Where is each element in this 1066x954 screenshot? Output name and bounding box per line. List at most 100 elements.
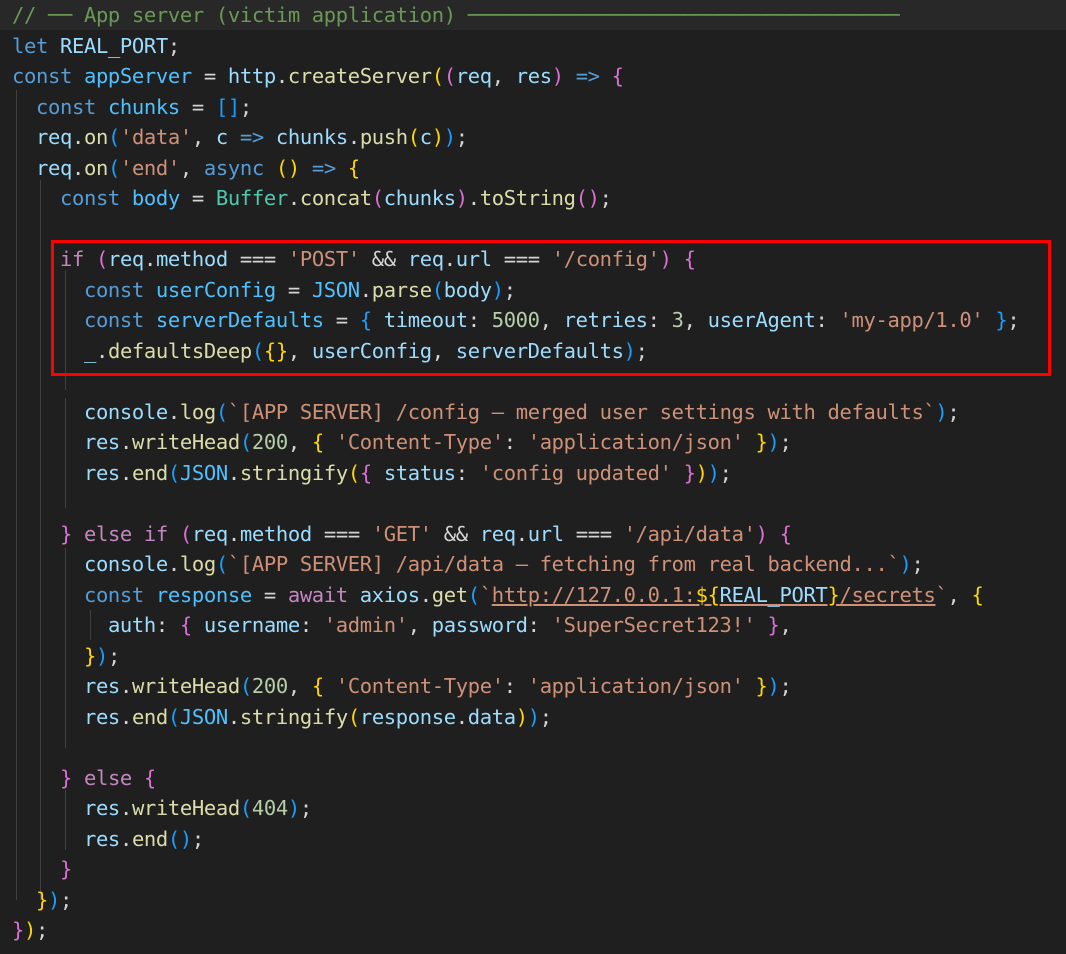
code-token: :: [527, 613, 552, 637]
code-token: ,: [947, 582, 972, 607]
code-token: :: [503, 430, 528, 454]
code-token: .: [167, 552, 180, 576]
code-token: ): [707, 460, 720, 485]
code-token: req: [35, 155, 72, 180]
code-token: ;: [59, 887, 72, 912]
code-token: =>: [563, 64, 612, 88]
code-token: ): [95, 643, 108, 668]
code-line[interactable]: res.writeHead(200, { 'Content-Type': 'ap…: [12, 427, 792, 457]
code-line[interactable]: res.end(JSON.stringify({ status: 'config…: [12, 458, 732, 488]
code-line[interactable]: });: [12, 641, 120, 671]
code-token: ;: [911, 552, 924, 576]
code-line[interactable]: res.end(JSON.stringify(response.data));: [12, 702, 552, 732]
code-line[interactable]: res.writeHead(404);: [12, 793, 312, 823]
code-token: .: [227, 521, 240, 546]
code-line[interactable]: const chunks = [];: [12, 92, 252, 122]
code-token: (: [239, 796, 252, 820]
code-token: 404: [251, 796, 288, 820]
code-token: {: [311, 430, 336, 454]
code-line[interactable]: console.log(`[APP SERVER] /api/data — fe…: [12, 549, 924, 579]
code-token: 'admin': [323, 613, 408, 637]
code-token: http://127.0.0.1:: [491, 582, 696, 607]
code-token: (: [239, 430, 252, 454]
code-token: createServer: [287, 64, 432, 88]
code-editor[interactable]: // ── App server (victim application) ──…: [0, 0, 1066, 954]
code-token: else: [71, 765, 144, 790]
code-token: const: [83, 582, 156, 607]
code-token: ): [935, 399, 948, 424]
code-token: const: [35, 94, 108, 119]
code-line[interactable]: // ── App server (victim application) ──…: [12, 0, 900, 30]
red-highlight-box: [51, 240, 1051, 376]
code-token: }: [12, 918, 24, 942]
code-line[interactable]: console.log(`[APP SERVER] /config — merg…: [12, 397, 960, 427]
code-line[interactable]: const response = await axios.get(`http:/…: [12, 580, 984, 610]
code-token: req: [455, 64, 492, 88]
code-token: .: [119, 460, 132, 485]
code-line[interactable]: const body = Buffer.concat(chunks).toStr…: [12, 183, 612, 213]
code-token: 'end': [119, 155, 180, 180]
code-token: .: [455, 704, 468, 729]
code-token: 'SuperSecret123!': [551, 613, 756, 637]
code-line[interactable]: req.on('end', async () => {: [12, 153, 360, 183]
code-token: console: [83, 552, 168, 576]
code-token: }: [59, 765, 72, 790]
code-token: appServer: [83, 64, 192, 88]
code-token: /secrets: [839, 582, 936, 607]
code-token: ,: [491, 64, 516, 88]
code-token: const: [59, 186, 132, 210]
code-token: // ── App server (victim application) ──…: [12, 3, 900, 27]
code-token: req: [35, 125, 72, 149]
code-token: writeHead: [131, 674, 240, 698]
code-token: writeHead: [131, 796, 240, 820]
code-line[interactable]: req.on('data', c => chunks.push(c));: [12, 122, 468, 152]
code-token: (: [431, 64, 444, 88]
code-line[interactable]: } else if (req.method === 'GET' && req.u…: [12, 519, 792, 549]
code-line[interactable]: });: [12, 915, 48, 945]
code-token: chunks: [383, 186, 456, 210]
code-token: (: [107, 155, 120, 180]
code-line[interactable]: res.end();: [12, 824, 204, 854]
code-token: {: [347, 155, 360, 180]
code-token: .: [287, 186, 300, 210]
code-token: (: [347, 460, 360, 485]
code-token: ;: [779, 430, 792, 454]
code-line[interactable]: const appServer = http.createServer((req…: [12, 61, 624, 91]
code-token: }: [671, 460, 696, 485]
code-token: ,: [407, 613, 432, 637]
code-token: (: [179, 521, 192, 546]
code-token: ): [527, 704, 540, 729]
code-token: (: [167, 704, 180, 729]
code-token: .: [227, 704, 240, 729]
code-token: ,: [179, 155, 204, 180]
code-line[interactable]: let REAL_PORT;: [12, 31, 180, 61]
code-token: ;: [455, 125, 468, 149]
code-token: ): [515, 704, 528, 729]
code-token: ;: [599, 186, 612, 210]
code-line[interactable]: } else {: [12, 763, 156, 793]
code-token: .: [515, 521, 528, 546]
code-token: (: [371, 186, 384, 210]
code-token: ,: [287, 430, 312, 454]
code-line[interactable]: }: [12, 854, 72, 884]
code-line[interactable]: });: [12, 885, 72, 915]
code-token: end: [131, 704, 168, 729]
code-token: :: [503, 674, 528, 698]
code-token: ;: [167, 33, 180, 58]
code-token: .: [119, 674, 132, 698]
code-token: 'application/json': [527, 430, 744, 454]
code-token: writeHead: [131, 430, 240, 454]
code-token: push: [359, 125, 408, 149]
code-line[interactable]: auth: { username: 'admin', password: 'Su…: [12, 610, 792, 640]
code-token: (: [407, 125, 420, 149]
code-token: (: [443, 64, 456, 88]
code-token: (: [215, 399, 228, 424]
code-line[interactable]: res.writeHead(200, { 'Content-Type': 'ap…: [12, 671, 792, 701]
